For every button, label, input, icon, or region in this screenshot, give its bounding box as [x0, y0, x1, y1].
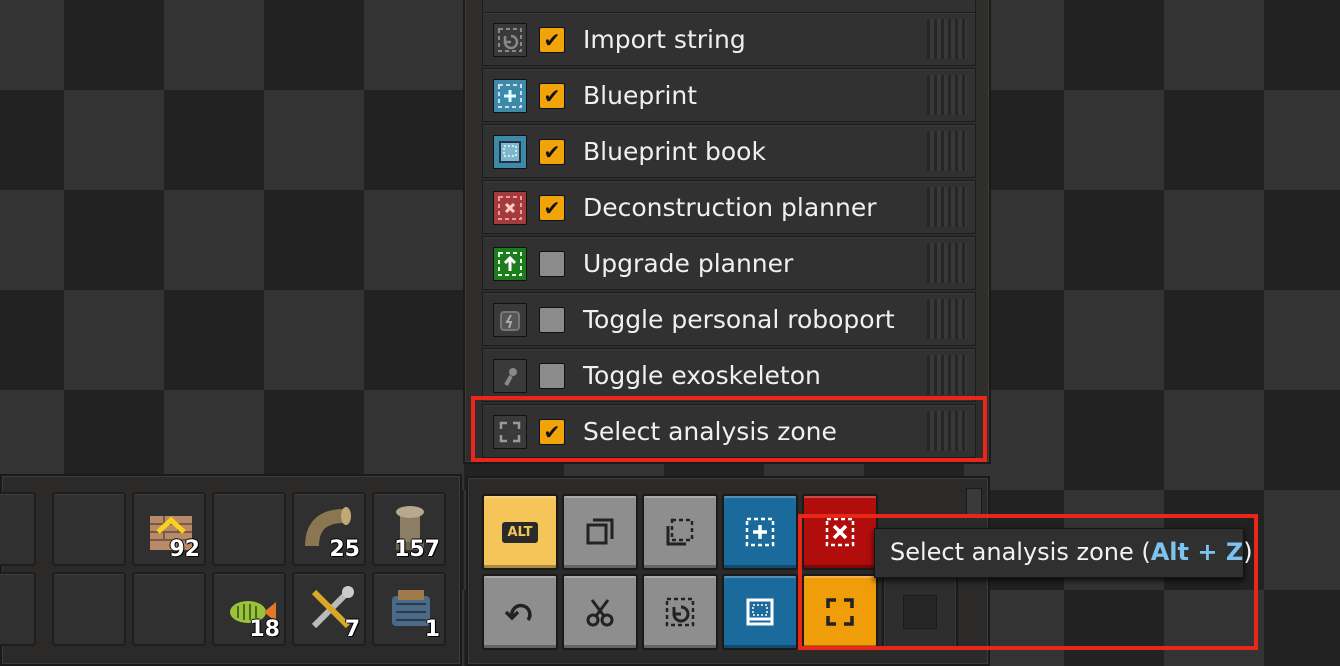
quickbar-slot[interactable] [0, 492, 36, 566]
item-count: 1 [424, 617, 440, 642]
shortcut-label: Blueprint [583, 81, 698, 110]
shortcut-label: Toggle exoskeleton [583, 361, 821, 390]
alt-mode-icon: ALT [502, 521, 538, 543]
quickbar-slot-raw-fish[interactable]: 18 [212, 572, 286, 646]
roboport-icon [493, 303, 527, 337]
alt-mode-button[interactable]: ALT [482, 494, 558, 570]
enable-checkbox[interactable]: ✔ [539, 83, 565, 109]
shortcut-label: Blueprint book [583, 137, 766, 166]
item-count: 7 [344, 617, 360, 642]
copy-icon [586, 518, 614, 545]
import-string-icon [665, 597, 695, 627]
copy-button[interactable] [562, 494, 638, 570]
blueprint-button[interactable] [722, 494, 798, 570]
enable-checkbox[interactable] [539, 307, 565, 333]
drag-handle[interactable] [927, 243, 967, 283]
shortcut-label: Toggle personal roboport [583, 305, 895, 334]
drag-handle[interactable] [927, 19, 967, 59]
highlight-analysis-zone-row [471, 396, 987, 462]
enable-checkbox[interactable]: ✔ [539, 195, 565, 221]
drag-handle[interactable] [927, 131, 967, 171]
blueprint-icon [745, 517, 775, 547]
paste-button[interactable] [642, 494, 718, 570]
quickbar-slot-pipe-to-ground[interactable]: 157 [372, 492, 446, 566]
paste-icon [666, 518, 694, 546]
shortcut-row-upgrade-planner[interactable]: Upgrade planner [482, 236, 976, 290]
quickbar-slot[interactable] [52, 572, 126, 646]
item-count: 18 [249, 617, 280, 642]
upgrade-planner-icon [493, 247, 527, 281]
quickbar-slot-engine[interactable]: 1 [372, 572, 446, 646]
blueprint-book-icon [746, 598, 774, 626]
shortcut-label: Import string [583, 25, 746, 54]
quickbar-slot-pipe[interactable]: 25 [292, 492, 366, 566]
enable-checkbox[interactable]: ✔ [539, 139, 565, 165]
highlight-analysis-zone-button [798, 514, 1258, 650]
enable-checkbox[interactable]: ✔ [539, 27, 565, 53]
item-count: 25 [329, 537, 360, 562]
quickbar-panel: 92 25 157 18 7 1 [0, 474, 462, 666]
shortcut-settings-panel: ✔ Import string ✔ Blueprint ✔ Blueprint … [463, 0, 991, 464]
deconstruction-planner-icon [493, 191, 527, 225]
quickbar-slot-repair-pack[interactable]: 7 [292, 572, 366, 646]
quickbar-slot[interactable] [52, 492, 126, 566]
shortcut-row-deconstruction-planner[interactable]: ✔ Deconstruction planner [482, 180, 976, 234]
shortcut-label: Deconstruction planner [583, 193, 877, 222]
blueprint-icon [493, 79, 527, 113]
item-count: 92 [169, 537, 200, 562]
exoskeleton-icon [493, 359, 527, 393]
drag-handle[interactable] [927, 299, 967, 339]
shortcut-row-blueprint-book[interactable]: ✔ Blueprint book [482, 124, 976, 178]
enable-checkbox[interactable] [539, 363, 565, 389]
quickbar-slot[interactable] [132, 572, 206, 646]
drag-handle[interactable] [927, 187, 967, 227]
cut-icon [586, 599, 614, 627]
enable-checkbox[interactable] [539, 251, 565, 277]
shortcut-row-toggle-exoskeleton[interactable]: Toggle exoskeleton [482, 348, 976, 402]
shortcut-row-import-string[interactable]: ✔ Import string [482, 12, 976, 66]
cut-button[interactable] [562, 574, 638, 650]
blueprint-book-icon [493, 135, 527, 169]
shortcut-row-toggle-personal-roboport[interactable]: Toggle personal roboport [482, 292, 976, 346]
quickbar-slot[interactable] [0, 572, 36, 646]
drag-handle[interactable] [927, 75, 967, 115]
drag-handle[interactable] [927, 355, 967, 395]
import-string-icon [493, 23, 527, 57]
import-string-button[interactable] [642, 574, 718, 650]
quickbar-slot-stone-wall[interactable]: 92 [132, 492, 206, 566]
item-count: 157 [394, 537, 440, 562]
shortcut-row-blueprint[interactable]: ✔ Blueprint [482, 68, 976, 122]
undo-button[interactable] [482, 574, 558, 650]
quickbar-slot[interactable] [212, 492, 286, 566]
blueprint-book-button[interactable] [722, 574, 798, 650]
shortcut-label: Upgrade planner [583, 249, 794, 278]
undo-icon [504, 603, 532, 622]
